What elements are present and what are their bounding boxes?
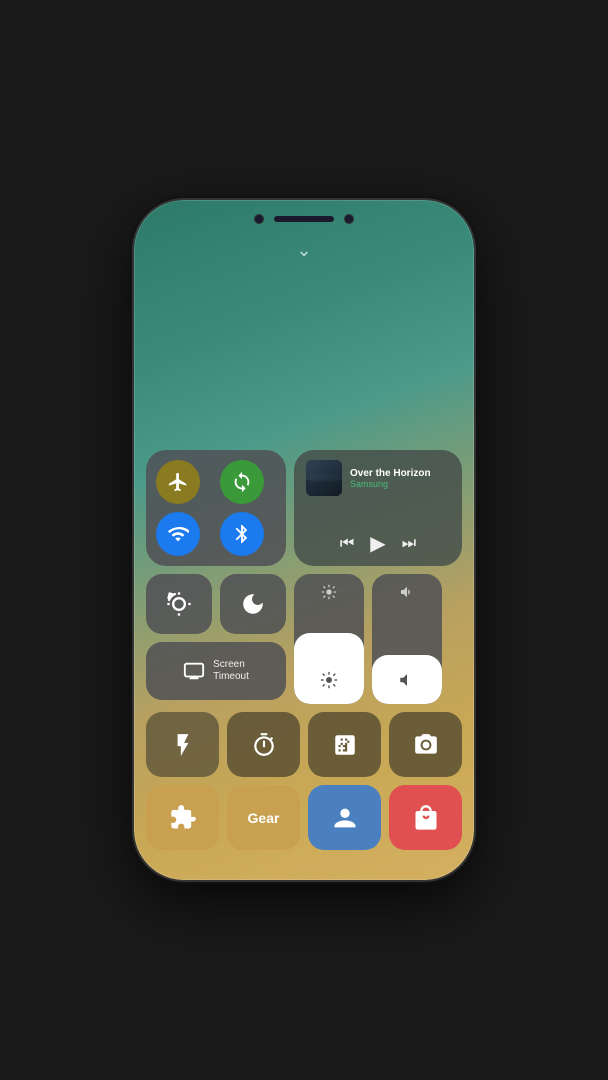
brightness-slider[interactable] — [294, 574, 364, 704]
airplane-mode-button[interactable] — [156, 460, 200, 504]
flashlight-button[interactable] — [146, 712, 219, 777]
media-artist: Samsung — [350, 479, 450, 489]
galaxy-store-button[interactable] — [389, 785, 462, 850]
top-row: Over the Horizon Samsung ⏮ ▶ ⏭ — [146, 450, 462, 566]
media-tile: Over the Horizon Samsung ⏮ ▶ ⏭ — [294, 450, 462, 566]
apps-row-1 — [146, 712, 462, 777]
media-info: Over the Horizon Samsung — [350, 468, 450, 489]
next-button[interactable]: ⏭ — [402, 535, 416, 553]
timer-button[interactable] — [227, 712, 300, 777]
control-center: Over the Horizon Samsung ⏮ ▶ ⏭ — [146, 450, 462, 850]
orientation-lock-button[interactable] — [146, 574, 212, 634]
media-controls: ⏮ ▶ ⏭ — [306, 531, 450, 556]
connectivity-tile — [146, 450, 286, 566]
gear-label: Gear — [248, 810, 280, 826]
album-art — [306, 460, 342, 496]
volume-icon-top — [399, 584, 415, 605]
wifi-button[interactable] — [156, 512, 200, 556]
front-camera — [254, 214, 264, 224]
play-button[interactable]: ▶ — [370, 531, 385, 556]
screen-timeout-button[interactable]: ScreenTimeout — [146, 642, 286, 700]
volume-icon — [398, 671, 416, 694]
selfie-camera — [344, 214, 354, 224]
sliders-area — [294, 574, 442, 704]
bixby-button[interactable] — [308, 785, 381, 850]
camera-shortcut-button[interactable] — [389, 712, 462, 777]
left-toggles: ScreenTimeout — [146, 574, 286, 704]
phone-frame: ⌄ — [134, 200, 474, 880]
media-info-row: Over the Horizon Samsung — [306, 460, 450, 496]
volume-slider[interactable] — [372, 574, 442, 704]
apps-row-2: Gear — [146, 785, 462, 850]
screen: ⌄ — [134, 200, 474, 880]
brightness-icon-top — [321, 584, 337, 605]
calculator-button[interactable] — [308, 712, 381, 777]
brightness-icon — [320, 671, 338, 694]
chevron-down-icon[interactable]: ⌄ — [296, 240, 311, 261]
screen-timeout-label: ScreenTimeout — [213, 659, 249, 683]
camera-bar — [254, 214, 354, 224]
jigsaw-button[interactable] — [146, 785, 219, 850]
media-title: Over the Horizon — [350, 468, 450, 479]
speaker — [274, 216, 334, 222]
do-not-disturb-button[interactable] — [220, 574, 286, 634]
gear-app-button[interactable]: Gear — [227, 785, 300, 850]
bluetooth-button[interactable] — [220, 512, 264, 556]
toggles-sliders-row: ScreenTimeout — [146, 574, 462, 704]
prev-button[interactable]: ⏮ — [340, 535, 354, 553]
rotation-lock-button[interactable] — [220, 460, 264, 504]
